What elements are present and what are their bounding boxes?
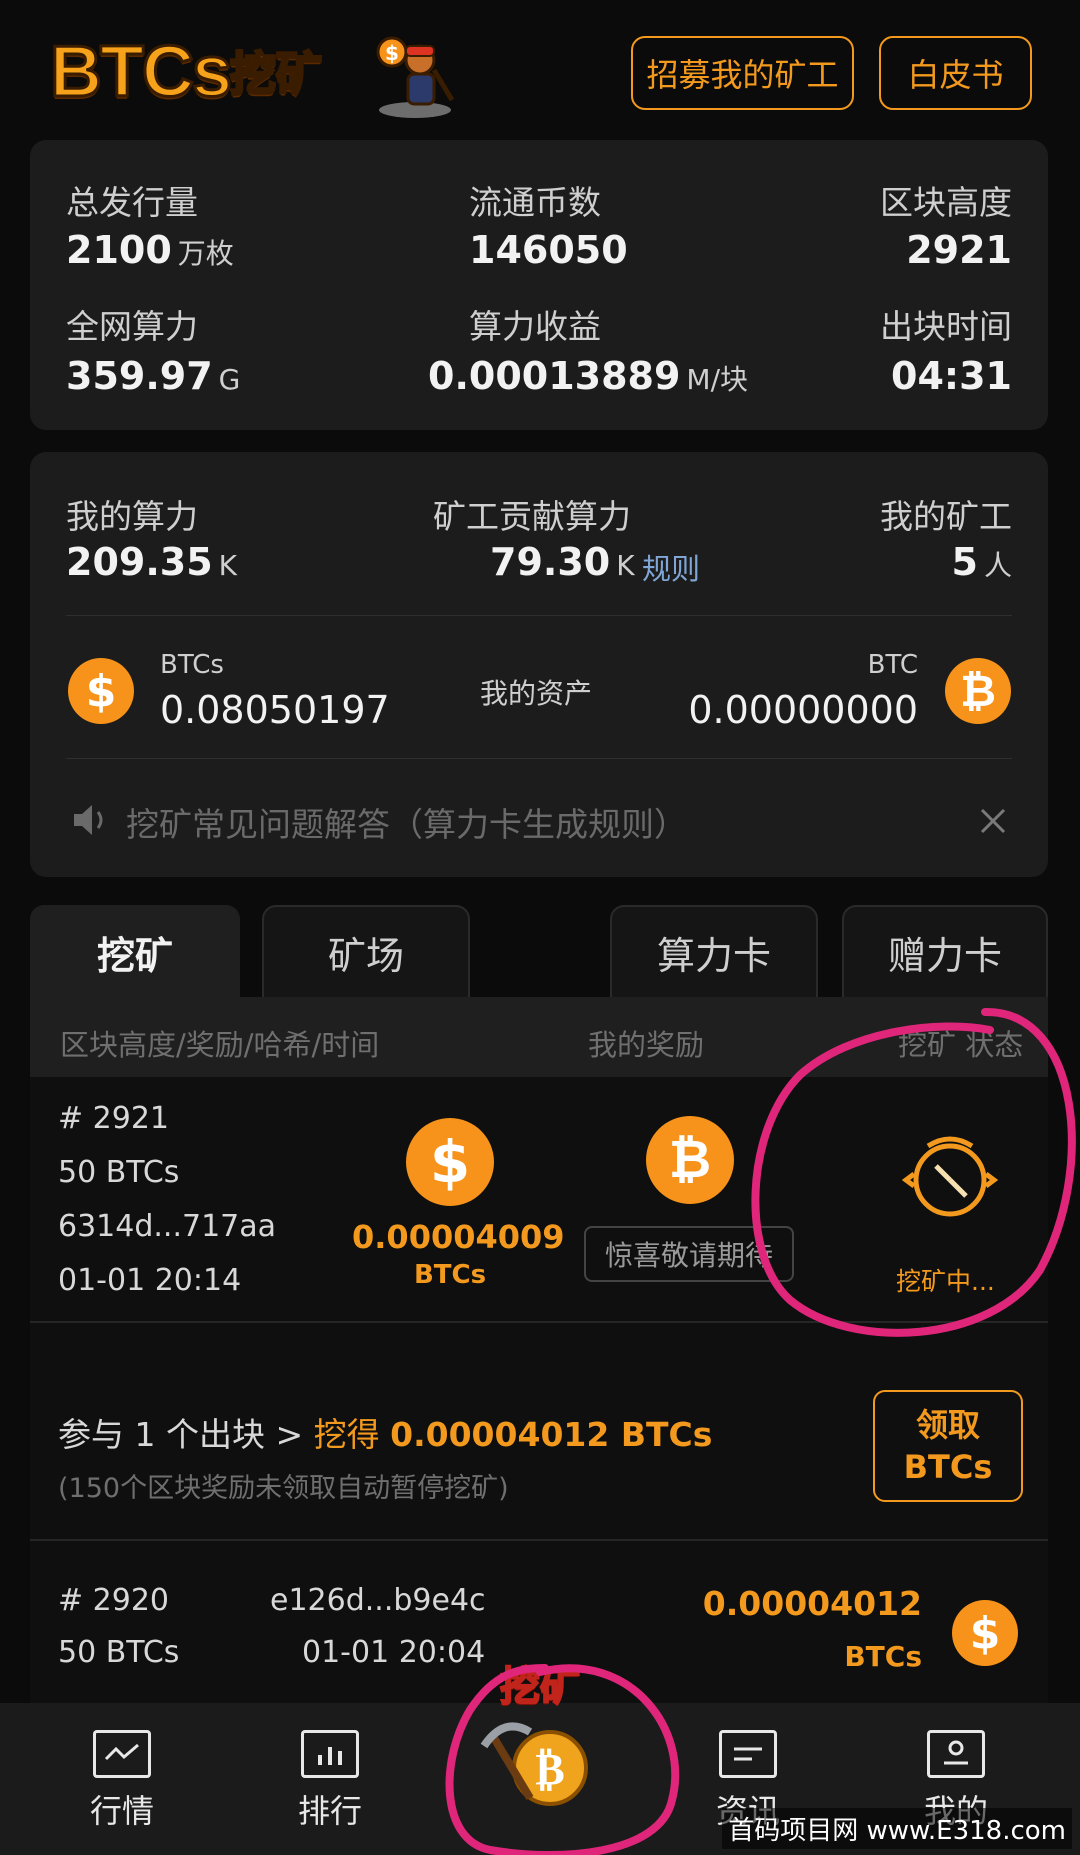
user-profile-icon: [927, 1730, 985, 1778]
network-hash-value: 359.97 G: [66, 354, 241, 398]
history-reward: 50 BTCs: [58, 1635, 180, 1670]
nav-ranking[interactable]: 排行: [270, 1730, 390, 1832]
divider: [66, 615, 1012, 616]
app-logo: BTCs挖矿: [48, 31, 323, 114]
circulation-value: 146050: [469, 228, 628, 272]
history-amount: 0.00004012: [702, 1584, 922, 1623]
nav-market[interactable]: 行情: [62, 1730, 182, 1832]
miner-mascot-icon: $: [376, 36, 455, 118]
nav-mining[interactable]: 挖矿 ₿: [464, 1654, 616, 1816]
row-hash: 6314d...717aa: [58, 1209, 277, 1244]
my-hash-label: 我的算力: [66, 497, 198, 536]
btcs-asset-name: BTCs: [160, 650, 224, 680]
btc-coin-icon: ₿: [945, 658, 1011, 724]
my-miners-value: 5人: [951, 540, 1012, 584]
mining-clock-icon: [901, 1136, 999, 1217]
my-reward-value: 0.00004009: [352, 1218, 565, 1256]
block-time-label: 出块时间: [880, 307, 1012, 346]
row-height: # 2921: [58, 1101, 170, 1136]
svg-text:$: $: [385, 41, 399, 65]
rules-link[interactable]: 规则: [642, 546, 700, 588]
tab-hash-card[interactable]: 算力卡: [610, 905, 818, 997]
history-unit: BTCs: [844, 1640, 922, 1673]
row-reward: 50 BTCs: [58, 1155, 180, 1190]
miner-hash-value: 79.30 K: [490, 540, 635, 584]
faq-notice[interactable]: 挖矿常见问题解答（算力卡生成规则）: [126, 798, 687, 846]
history-time: 01-01 20:04: [302, 1635, 486, 1670]
column-reward: 我的奖励: [588, 1028, 705, 1062]
bar-chart-icon: [301, 1730, 359, 1778]
speaker-icon: [74, 805, 103, 835]
my-miners-label: 我的矿工: [880, 497, 1012, 536]
tab-mine-field[interactable]: 矿场: [262, 905, 470, 997]
block-height-value: 2921: [906, 228, 1012, 272]
mining-coin-icon: ₿: [480, 1722, 588, 1806]
btc-pending-badge: 惊喜敬请期待: [584, 1226, 794, 1282]
btcs-asset-value: 0.08050197: [160, 688, 390, 732]
svg-text:₿: ₿: [535, 1744, 564, 1795]
news-icon: [719, 1730, 777, 1778]
total-supply-value: 2100 万枚: [66, 228, 234, 272]
hash-reward-value: 0.00013889 M/块: [428, 354, 748, 398]
column-block: 区块高度/奖励/哈希/时间: [60, 1028, 380, 1062]
btc-asset-value: 0.00000000: [688, 688, 918, 732]
tab-gift-card[interactable]: 赠力卡: [842, 905, 1048, 997]
claim-btcs-button[interactable]: 领取 BTCs: [873, 1390, 1023, 1502]
circulation-label: 流通币数: [469, 183, 601, 222]
column-status: 挖矿 状态: [898, 1028, 1024, 1062]
recruit-miner-button[interactable]: 招募我的矿工: [631, 36, 854, 110]
my-reward-unit: BTCs: [413, 1260, 487, 1290]
btc-coin-icon: ₿: [646, 1116, 734, 1204]
mining-status: 挖矿中...: [896, 1267, 995, 1296]
hash-reward-label: 算力收益: [469, 307, 601, 346]
my-hash-value: 209.35 K: [66, 540, 238, 584]
block-time-value: 04:31: [891, 354, 1012, 398]
close-icon[interactable]: [978, 806, 1008, 836]
chart-line-icon: [93, 1730, 151, 1778]
history-hash: e126d...b9e4c: [270, 1583, 486, 1618]
miner-hash-label: 矿工贡献算力: [433, 497, 631, 536]
network-hash-label: 全网算力: [66, 307, 198, 346]
divider: [66, 758, 1012, 759]
my-assets-label: 我的资产: [480, 677, 593, 710]
history-height: # 2920: [58, 1583, 170, 1618]
whitepaper-button[interactable]: 白皮书: [879, 36, 1032, 110]
tab-mining[interactable]: 挖矿: [30, 905, 240, 997]
watermark: 首码项目网 www.E318.com: [722, 1808, 1072, 1849]
row-time: 01-01 20:14: [58, 1263, 242, 1298]
claim-summary: 参与 1 个出块 > 挖得 0.00004012 BTCs: [58, 1415, 713, 1454]
btcs-coin-icon: $: [952, 1600, 1018, 1666]
btc-asset-name: BTC: [867, 650, 918, 680]
btcs-coin-icon: $: [406, 1118, 494, 1206]
claim-note: (150个区块奖励未领取自动暂停挖矿): [58, 1473, 509, 1504]
block-height-label: 区块高度: [880, 183, 1012, 222]
btcs-coin-icon: $: [68, 658, 134, 724]
total-supply-label: 总发行量: [66, 183, 198, 222]
